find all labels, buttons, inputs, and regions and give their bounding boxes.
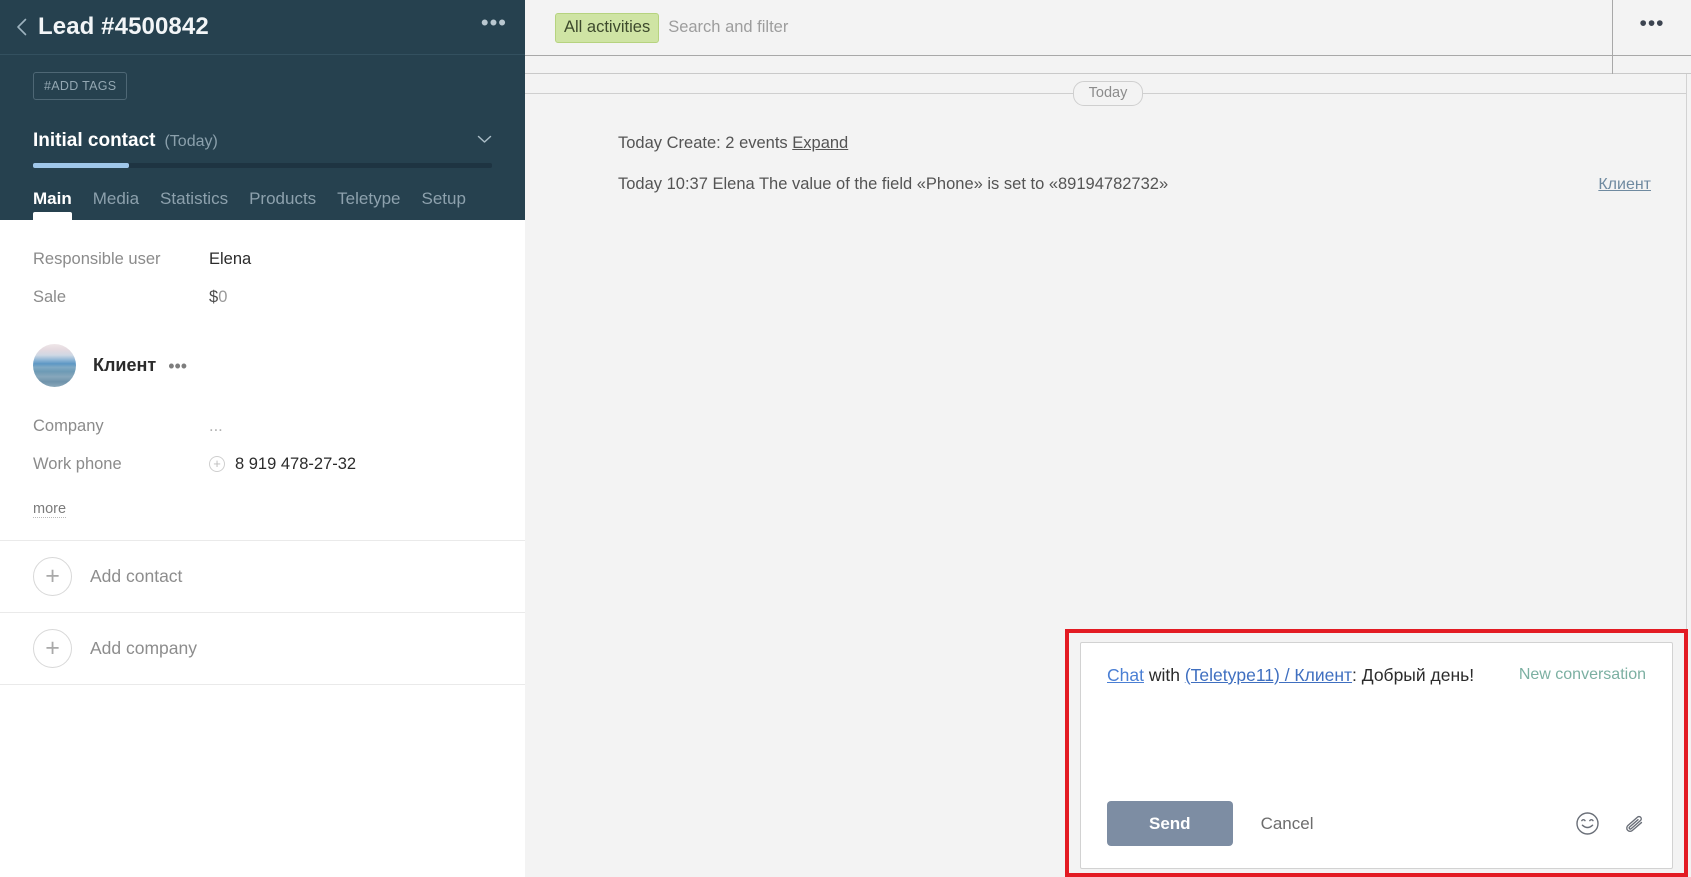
- lead-more-menu-button[interactable]: •••: [481, 12, 507, 36]
- sidebar-content: Responsible user Elena Sale $0 Клиент ••…: [0, 220, 525, 877]
- tab-main[interactable]: Main: [33, 189, 72, 221]
- sale-amount: 0: [218, 287, 228, 306]
- contact-header: Клиент •••: [33, 344, 492, 387]
- plus-icon: +: [33, 557, 72, 596]
- contact-more-menu-button[interactable]: •••: [168, 357, 187, 375]
- composer-highlight-frame: Chat with (Teletype11) / Клиент: Добрый …: [1065, 629, 1688, 877]
- composer-actions: Send Cancel: [1081, 801, 1672, 868]
- plus-icon[interactable]: +: [209, 456, 225, 472]
- tab-media[interactable]: Media: [93, 189, 139, 220]
- sidebar-header-body: #ADD TAGS Initial contact (Today) Main M…: [0, 55, 525, 221]
- colon-separator: :: [1352, 665, 1362, 685]
- page-title: Lead #4500842: [38, 13, 209, 40]
- cancel-button[interactable]: Cancel: [1261, 814, 1314, 834]
- field-value[interactable]: $0: [209, 288, 227, 307]
- composer-message-line[interactable]: Chat with (Teletype11) / Клиент: Добрый …: [1107, 665, 1519, 686]
- timeline-day-separator: Today: [525, 74, 1691, 112]
- field-value[interactable]: + 8 919 478-27-32: [209, 455, 356, 474]
- work-phone-value: 8 919 478-27-32: [235, 454, 357, 473]
- stage-progress-fill: [33, 163, 130, 168]
- conversation-target-link[interactable]: (Teletype11) / Клиент: [1185, 665, 1352, 685]
- timeline-event: Today Create: 2 events Expand: [525, 134, 1691, 153]
- avatar: [33, 344, 76, 387]
- expand-link[interactable]: Expand: [792, 134, 848, 152]
- composer-input-area[interactable]: [1081, 686, 1672, 801]
- event-text: Today 10:37 Elena The value of the field…: [618, 175, 1169, 193]
- field-sale: Sale $0: [33, 286, 492, 308]
- add-contact-label: Add contact: [90, 566, 183, 586]
- app-root: Lead #4500842 ••• #ADD TAGS Initial cont…: [0, 0, 1691, 877]
- send-button[interactable]: Send: [1107, 801, 1233, 846]
- contact-name[interactable]: Клиент: [93, 355, 156, 376]
- sidebar-filler: [0, 684, 525, 877]
- chevron-left-icon[interactable]: [10, 16, 32, 38]
- field-responsible-user: Responsible user Elena: [33, 248, 492, 270]
- day-pill: Today: [1072, 80, 1144, 106]
- chevron-down-icon[interactable]: [477, 132, 492, 147]
- pipeline-stage: Initial contact (Today): [33, 130, 492, 152]
- chat-composer: Chat with (Teletype11) / Клиент: Добрый …: [1080, 642, 1673, 869]
- show-more-fields-link[interactable]: more: [33, 501, 67, 518]
- lead-titlebar: Lead #4500842 •••: [0, 0, 525, 55]
- composer-header: Chat with (Teletype11) / Клиент: Добрый …: [1081, 643, 1672, 686]
- smiley-icon[interactable]: [1575, 811, 1600, 836]
- activity-toolbar: All activities Search and filter •••: [525, 0, 1691, 56]
- composer-icon-group: [1575, 811, 1646, 836]
- field-company: Company ...: [33, 415, 492, 437]
- currency-symbol: $: [209, 287, 219, 306]
- field-value[interactable]: ...: [209, 417, 223, 436]
- tab-products[interactable]: Products: [249, 189, 316, 220]
- timeline-event: Today 10:37 Elena The value of the field…: [525, 175, 1691, 194]
- tab-statistics[interactable]: Statistics: [160, 189, 228, 220]
- add-tags-button[interactable]: #ADD TAGS: [33, 72, 128, 100]
- field-work-phone: Work phone + 8 919 478-27-32: [33, 453, 492, 475]
- search-and-filter-bar[interactable]: All activities Search and filter: [525, 0, 1613, 55]
- field-value[interactable]: Elena: [209, 250, 251, 269]
- tab-teletype[interactable]: Teletype: [337, 189, 400, 220]
- add-contact-button[interactable]: + Add contact: [0, 540, 525, 612]
- paperclip-icon[interactable]: [1621, 811, 1646, 836]
- add-company-button[interactable]: + Add company: [0, 612, 525, 684]
- field-label: Work phone: [33, 454, 122, 473]
- plus-icon: +: [33, 629, 72, 668]
- field-label: Sale: [33, 287, 67, 306]
- field-label: Company: [33, 416, 104, 435]
- event-entity-link[interactable]: Клиент: [1598, 176, 1651, 194]
- stage-date: (Today): [164, 133, 218, 150]
- event-text: Today Create: 2 events Expand: [618, 134, 1651, 153]
- field-label: Responsible user: [33, 249, 161, 268]
- lead-sidebar: Lead #4500842 ••• #ADD TAGS Initial cont…: [0, 0, 525, 877]
- event-body: Today Create: 2 events: [618, 134, 793, 152]
- new-conversation-button[interactable]: New conversation: [1519, 665, 1646, 684]
- sidebar-dark-header: Lead #4500842 ••• #ADD TAGS Initial cont…: [0, 0, 525, 221]
- chat-link[interactable]: Chat: [1107, 665, 1144, 685]
- lead-fields: Responsible user Elena Sale $0 Клиент ••…: [0, 220, 525, 540]
- add-company-label: Add company: [90, 638, 198, 658]
- stage-name: Initial contact: [33, 130, 156, 151]
- lead-tabs: Main Media Statistics Products Teletype …: [33, 189, 492, 221]
- toolbar-secondary-strip: [525, 56, 1691, 74]
- stage-progress-bar[interactable]: [33, 163, 492, 168]
- activity-more-menu-button[interactable]: •••: [1613, 0, 1691, 55]
- activity-panel: All activities Search and filter ••• Tod…: [525, 0, 1691, 877]
- filter-chip-all-activities[interactable]: All activities: [555, 12, 660, 43]
- tab-setup[interactable]: Setup: [422, 189, 466, 220]
- composer-message-text: Добрый день!: [1361, 665, 1475, 685]
- search-input[interactable]: Search and filter: [668, 18, 788, 37]
- with-label: with: [1148, 665, 1180, 685]
